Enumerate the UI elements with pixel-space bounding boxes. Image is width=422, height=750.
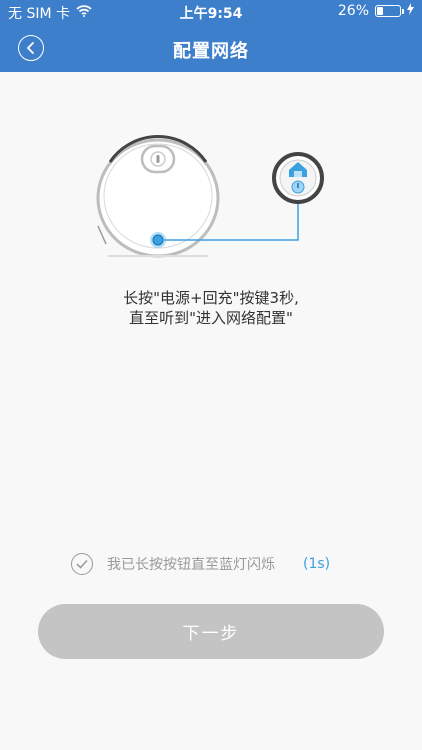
battery-level-fill	[377, 7, 384, 15]
power-button-panel-icon	[272, 152, 324, 204]
instruction-line-2: 直至听到"进入网络配置"	[129, 309, 293, 327]
countdown-timer: (1s)	[303, 556, 331, 572]
instruction-illustration	[80, 126, 342, 266]
page-title: 配置网络	[173, 41, 249, 62]
next-step-button[interactable]: 下一步	[38, 604, 384, 659]
status-right: 26%	[338, 3, 414, 19]
next-step-label: 下一步	[182, 624, 240, 644]
robot-vacuum-icon	[96, 135, 220, 258]
battery-percent: 26%	[337, 3, 369, 19]
confirm-label: 我已长按按钮直至蓝灯闪烁	[107, 557, 275, 573]
instruction-text: 长按"电源+回充"按键3秒, 直至听到"进入网络配置"	[0, 288, 422, 328]
confirm-checkbox-row[interactable]: 我已长按按钮直至蓝灯闪烁 (1s)	[71, 552, 330, 576]
instruction-line-1: 长按"电源+回充"按键3秒,	[123, 289, 299, 307]
status-bar: 无 SIM 卡 上午9:54 26%	[0, 0, 422, 24]
bolt-icon	[407, 3, 414, 19]
header-bar: 配置网络	[0, 24, 422, 72]
battery-icon	[375, 5, 404, 17]
check-circle-icon[interactable]	[71, 553, 93, 575]
